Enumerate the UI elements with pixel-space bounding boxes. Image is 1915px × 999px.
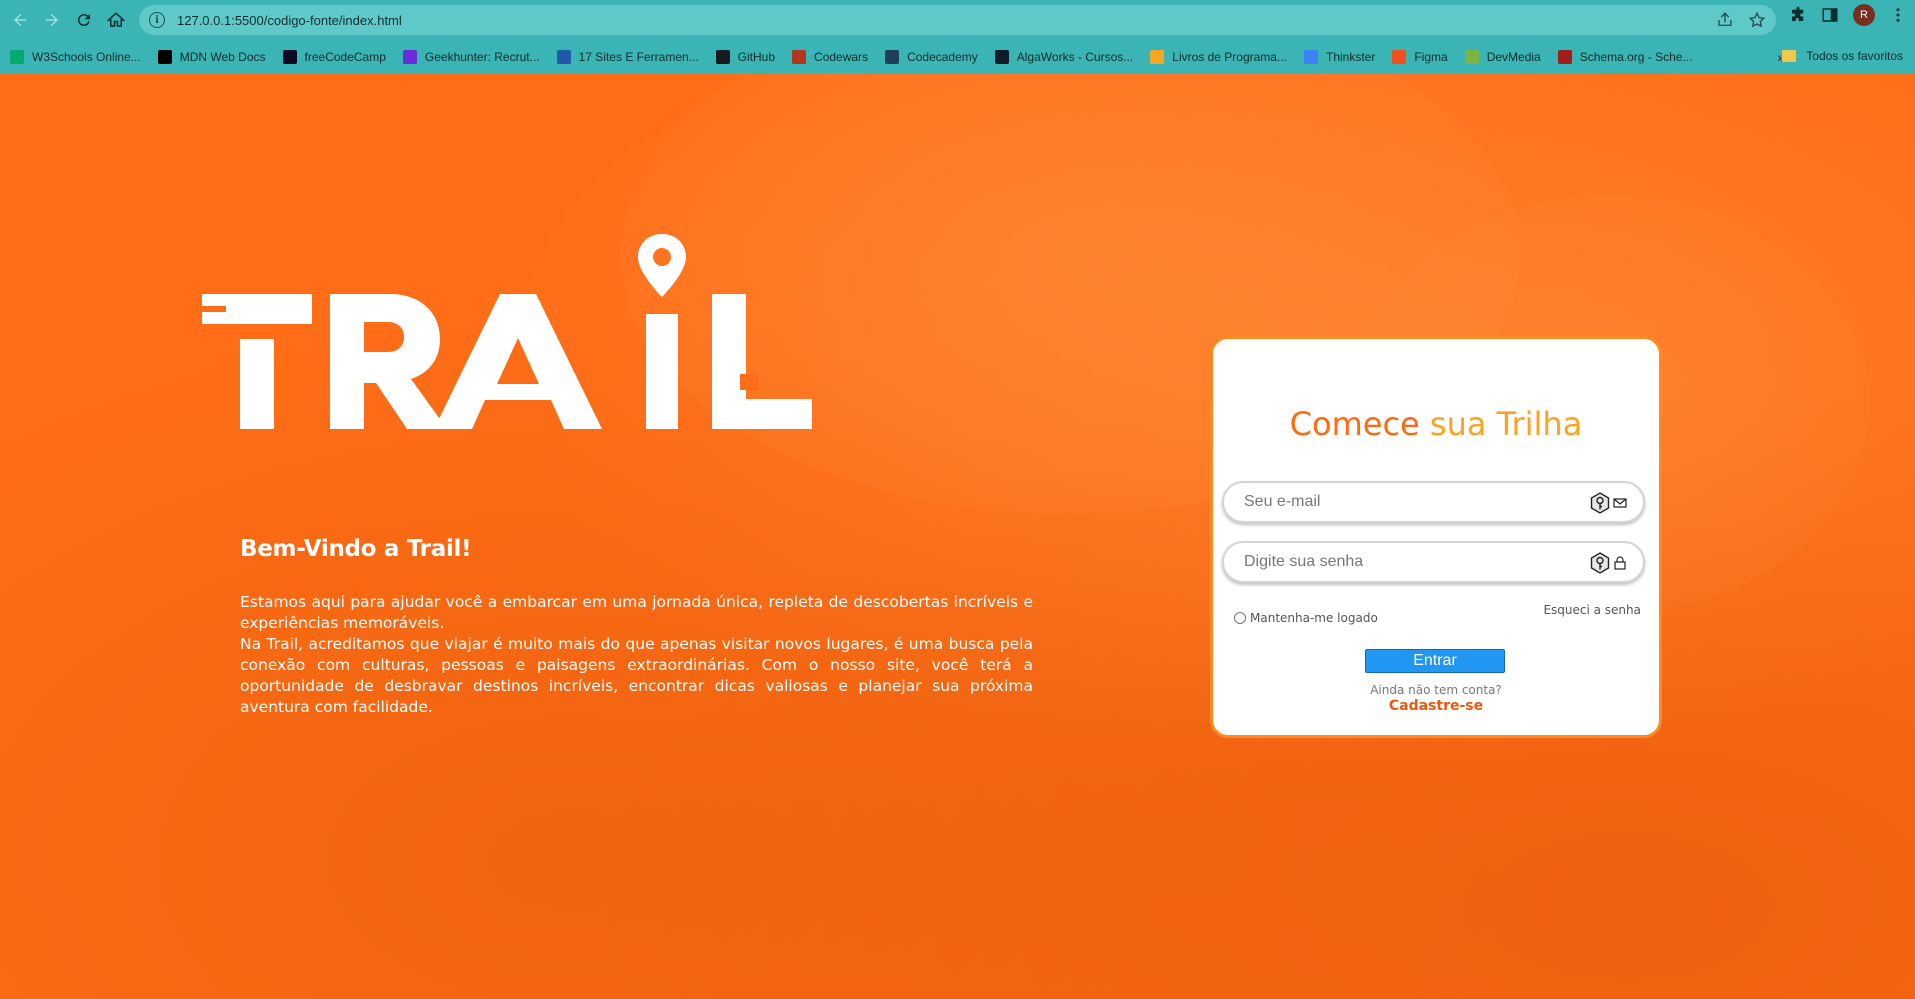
bookmark-label: W3Schools Online... xyxy=(32,50,141,64)
welcome-section: Bem-Vindo a Trail! Estamos aqui para aju… xyxy=(240,536,1033,718)
bookmarks-bar: W3Schools Online... MDN Web Docs freeCod… xyxy=(0,40,1915,74)
welcome-paragraph-1: Estamos aqui para ajudar você a embarcar… xyxy=(240,593,1033,632)
bookmark-item[interactable]: Thinkster xyxy=(1303,50,1376,64)
bookmark-label: Codewars xyxy=(814,50,869,64)
forward-button[interactable] xyxy=(36,4,68,36)
bookmark-label: freeCodeCamp xyxy=(304,50,386,64)
bookmark-label: Livros de Programa... xyxy=(1172,50,1287,64)
password-input[interactable] xyxy=(1224,553,1564,571)
remember-me-radio[interactable] xyxy=(1234,612,1246,624)
trail-logo xyxy=(202,234,812,429)
bookmark-favicon-icon xyxy=(556,50,571,64)
bookmark-favicon-icon xyxy=(282,50,297,64)
bookmark-item[interactable]: DevMedia xyxy=(1464,50,1541,64)
bookmark-label: DevMedia xyxy=(1486,50,1541,64)
reload-button[interactable] xyxy=(68,4,100,36)
bookmark-label: Geekhunter: Recrut... xyxy=(424,50,540,64)
browser-toolbar: i 127.0.0.1:5500/codigo-fonte/index.html… xyxy=(0,0,1915,40)
no-account-text: Ainda não tem conta? xyxy=(1370,683,1502,697)
bookmark-item[interactable]: freeCodeCamp xyxy=(282,50,386,64)
all-favorites-label: Todos os favoritos xyxy=(1806,49,1903,63)
bookmark-favicon-icon xyxy=(715,50,730,64)
bookmark-favicon-icon xyxy=(1150,50,1165,64)
arrow-left-icon xyxy=(14,14,26,26)
bookmark-favicon-icon xyxy=(1303,50,1318,64)
home-icon xyxy=(107,12,125,27)
bookmark-label: Thinkster xyxy=(1325,50,1376,64)
bookmark-favicon-icon xyxy=(994,50,1009,64)
star-icon[interactable] xyxy=(1748,11,1766,29)
home-button[interactable] xyxy=(100,4,132,36)
login-title: Comece sua Trilha xyxy=(1213,405,1659,443)
menu-dots-icon[interactable] xyxy=(1889,6,1907,24)
bookmark-label: GitHub xyxy=(737,50,776,64)
bookmark-item[interactable]: Figma xyxy=(1392,50,1448,64)
welcome-title: Bem-Vindo a Trail! xyxy=(240,536,472,562)
lock-icon xyxy=(1614,556,1626,570)
site-info-icon[interactable]: i xyxy=(149,12,165,28)
login-card: Comece sua Trilha Mantenha-me logado Esq… xyxy=(1210,336,1662,738)
bookmark-item[interactable]: Schema.org - Sche... xyxy=(1557,50,1693,64)
email-field xyxy=(1222,481,1645,523)
bookmark-item[interactable]: Codewars xyxy=(792,50,868,64)
bookmark-item[interactable]: 17 Sites E Ferramen... xyxy=(556,50,699,64)
bookmark-item[interactable]: Codecademy xyxy=(885,50,978,64)
folder-icon xyxy=(1782,50,1797,62)
bookmark-item[interactable]: AlgaWorks - Cursos... xyxy=(994,50,1134,64)
envelope-icon xyxy=(1613,498,1627,508)
bookmark-favicon-icon xyxy=(402,50,417,64)
bookmark-label: AlgaWorks - Cursos... xyxy=(1016,50,1134,64)
login-title-part-1: Comece xyxy=(1289,405,1430,443)
bookmark-label: Schema.org - Sche... xyxy=(1579,50,1693,64)
page-content: Bem-Vindo a Trail! Estamos aqui para aju… xyxy=(0,74,1915,999)
arrow-right-icon xyxy=(46,14,58,26)
bookmark-label: Codecademy xyxy=(907,50,978,64)
bookmark-favicon-icon xyxy=(792,50,807,64)
address-bar[interactable]: i 127.0.0.1:5500/codigo-fonte/index.html xyxy=(139,5,1776,35)
bookmark-favicon-icon xyxy=(885,50,900,64)
welcome-paragraph-2: Na Trail, acreditamos que viajar é muito… xyxy=(240,635,1033,716)
bookmark-favicon-icon xyxy=(1557,50,1572,64)
url-text: 127.0.0.1:5500/codigo-fonte/index.html xyxy=(177,12,402,28)
remember-me[interactable]: Mantenha-me logado xyxy=(1234,611,1378,625)
bookmark-item[interactable]: Geekhunter: Recrut... xyxy=(402,50,540,64)
share-icon[interactable] xyxy=(1716,11,1734,29)
login-title-part-2: sua Trilha xyxy=(1429,405,1583,443)
side-panel-icon[interactable] xyxy=(1821,6,1839,24)
forgot-password-link[interactable]: Esqueci a senha xyxy=(1543,603,1641,617)
bookmark-favicon-icon xyxy=(1392,50,1407,64)
bookmark-label: MDN Web Docs xyxy=(179,50,266,64)
signup-link[interactable]: Cadastre-se xyxy=(1213,698,1659,714)
bookmark-favicon-icon xyxy=(1464,50,1479,64)
bookmark-favicon-icon xyxy=(157,50,172,64)
bookmark-label: Figma xyxy=(1414,50,1448,64)
extensions-icon[interactable] xyxy=(1789,6,1807,24)
email-input[interactable] xyxy=(1224,493,1564,511)
back-button[interactable] xyxy=(4,4,36,36)
bookmark-item[interactable]: Livros de Programa... xyxy=(1150,50,1287,64)
bookmark-item[interactable]: MDN Web Docs xyxy=(157,50,266,64)
password-manager-key-icon[interactable] xyxy=(1589,492,1611,514)
reload-icon xyxy=(77,14,90,27)
bookmark-label: 17 Sites E Ferramen... xyxy=(578,50,699,64)
profile-avatar[interactable]: R xyxy=(1853,4,1875,26)
bookmark-favicon-icon xyxy=(10,50,24,64)
remember-me-label: Mantenha-me logado xyxy=(1250,611,1378,625)
password-field xyxy=(1222,541,1645,583)
password-manager-key-icon[interactable] xyxy=(1589,552,1611,574)
login-button[interactable]: Entrar xyxy=(1365,649,1505,673)
all-favorites-folder[interactable]: Todos os favoritos xyxy=(1782,49,1903,63)
bookmark-item[interactable]: GitHub xyxy=(715,50,776,64)
bookmark-item[interactable]: W3Schools Online... xyxy=(10,50,141,64)
